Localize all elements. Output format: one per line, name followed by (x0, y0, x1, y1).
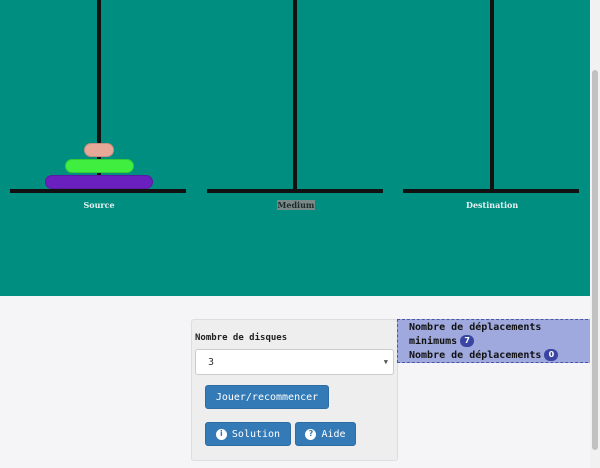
min-moves-badge: 7 (460, 335, 475, 347)
move-stats-box: Nombre de déplacements minimums 7 Nombre … (397, 319, 593, 363)
question-circle-icon: ? (305, 428, 317, 440)
play-restart-button[interactable]: Jouer/recommencer (205, 385, 329, 409)
disk-count-select[interactable]: 3 ▼ (195, 349, 394, 375)
disk-count-value: 3 (208, 356, 215, 368)
help-label: Aide (321, 428, 346, 440)
moves-label: Nombre de déplacements (409, 350, 542, 361)
disk-large[interactable] (45, 175, 153, 189)
chevron-down-icon: ▼ (383, 358, 388, 366)
scrollbar-thumb[interactable] (592, 70, 598, 450)
info-circle-icon: i (215, 428, 227, 440)
peg-base-source[interactable] (10, 189, 186, 193)
peg-label-medium: Medium (276, 200, 316, 210)
peg-base-destination[interactable] (403, 189, 579, 193)
peg-base-medium[interactable] (207, 189, 383, 193)
solution-label: Solution (231, 428, 281, 440)
game-board: Source Medium Destination (0, 0, 600, 296)
disk-medium[interactable] (64, 159, 134, 173)
play-restart-label: Jouer/recommencer (215, 391, 319, 403)
peg-label-destination: Destination (466, 200, 519, 210)
disk-small[interactable] (84, 143, 114, 157)
solution-button[interactable]: i Solution (205, 422, 291, 446)
page-scrollbar[interactable] (590, 0, 600, 468)
disk-count-label: Nombre de disques (195, 333, 288, 343)
rod-medium[interactable] (293, 0, 297, 190)
controls-panel: Nombre de disques 3 ▼ Jouer/recommencer … (191, 319, 398, 461)
moves-badge: 0 (544, 349, 559, 361)
rod-destination[interactable] (490, 0, 494, 190)
peg-label-source: Source (83, 200, 115, 210)
moves-row: Nombre de déplacements 0 (409, 349, 592, 363)
help-button[interactable]: ? Aide (295, 422, 356, 446)
min-moves-label: Nombre de déplacements minimums (409, 322, 542, 347)
min-moves-row: Nombre de déplacements minimums 7 (409, 321, 592, 349)
